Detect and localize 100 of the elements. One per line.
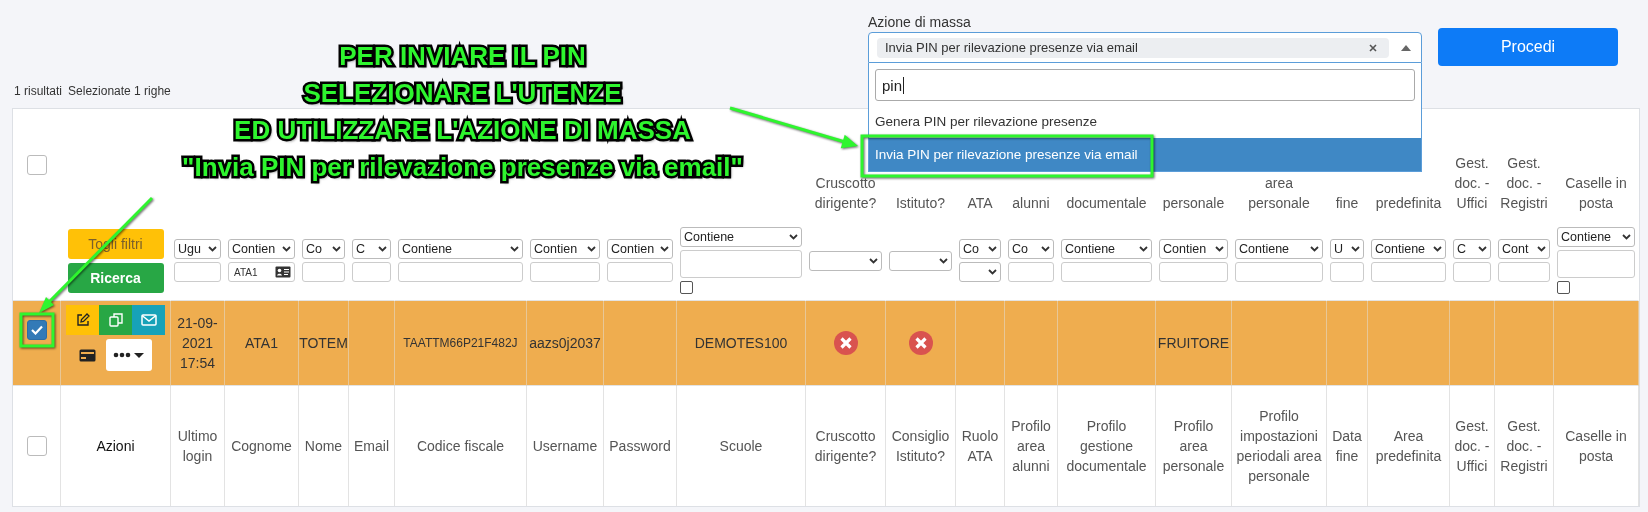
column-header[interactable]: Ruolo ATA [958, 426, 1002, 466]
filter-input[interactable] [1235, 262, 1323, 282]
column-header[interactable]: Area predefinita [1370, 426, 1447, 466]
filter-select[interactable]: Contiene [1557, 227, 1635, 247]
filter-select[interactable]: Contiene [398, 239, 523, 259]
chevron-down-icon [1622, 234, 1631, 240]
filter-input[interactable] [1453, 262, 1491, 282]
filter-select[interactable]: Co [302, 239, 345, 259]
id-card-icon [275, 266, 291, 278]
column-header[interactable]: Cruscotto dirigente? [808, 173, 883, 213]
column-header[interactable]: Profilo gestione documentale [1060, 416, 1153, 476]
column-header[interactable]: Profilo area personale [1158, 416, 1229, 476]
column-header[interactable]: Consiglio Istituto? [888, 426, 953, 466]
search-field[interactable]: pin [875, 69, 1415, 101]
filter-select[interactable]: C [1453, 239, 1491, 259]
proceed-button[interactable]: Procedi [1438, 28, 1618, 66]
column-header[interactable]: Ultimo login [173, 426, 222, 466]
chevron-down-icon [1215, 246, 1224, 252]
dropdown-option[interactable]: Genera PIN per rilevazione presenze [869, 105, 1421, 138]
column-header[interactable]: documentale [1066, 193, 1147, 213]
filter-select[interactable]: Cont [1498, 239, 1550, 259]
filter-input[interactable] [302, 262, 345, 282]
cell-text: ATA1 [245, 334, 278, 353]
filter-input[interactable] [1330, 262, 1364, 282]
cell-text: DEMOTES100 [694, 334, 788, 353]
more-menu-button[interactable] [106, 339, 152, 371]
selected-value-tag[interactable]: Invia PIN per rilevazione presenze via email [877, 37, 1389, 58]
column-header[interactable]: personale [1162, 193, 1225, 213]
column-header[interactable]: area personale [1234, 173, 1324, 213]
filter-select[interactable] [959, 262, 1001, 282]
filter-input[interactable] [352, 262, 391, 282]
column-header[interactable]: Gest. doc. - Registri [1497, 416, 1551, 476]
column-header[interactable]: Cognome [231, 436, 292, 456]
filter-select[interactable]: Co [959, 239, 1001, 259]
chevron-down-icon [1310, 246, 1319, 252]
column-header[interactable]: Scuole [719, 436, 763, 456]
filter-input[interactable] [398, 262, 523, 282]
filter-input[interactable] [1008, 262, 1054, 282]
filter-select[interactable]: Contiene [680, 227, 802, 247]
chevron-down-icon [939, 257, 948, 264]
dots-caret-icon [113, 351, 145, 359]
column-header[interactable]: Gest. doc. - Uffici [1452, 416, 1492, 476]
filter-select[interactable]: Contien [607, 239, 673, 259]
edit-icon [75, 313, 90, 327]
column-header[interactable]: alunni [1012, 193, 1050, 213]
filter-checkbox[interactable] [1557, 281, 1570, 294]
column-header[interactable]: Caselle in posta [1556, 173, 1636, 213]
chevron-down-icon [1351, 246, 1360, 252]
filter-input[interactable] [530, 262, 600, 282]
filter-select[interactable]: Ugu [174, 239, 221, 259]
column-header[interactable]: Email [354, 436, 389, 456]
filter-input[interactable] [1498, 262, 1550, 282]
column-header[interactable]: Profilo area alunni [1007, 416, 1055, 476]
chevron-down-icon [789, 234, 798, 240]
filter-select[interactable]: Contien [530, 239, 600, 259]
filter-input[interactable]: ATA1 [228, 262, 295, 282]
copy-icon [108, 313, 123, 327]
cross-icon [908, 331, 933, 355]
table-row[interactable]: 21-09-2021 17:54 ATA1 TOTEM TAATTM66P21F482J aazs0j2037 DEMOTES100 FRUITORE [13, 301, 1639, 386]
column-header[interactable]: Profilo impostazioni periodali area personale [1234, 406, 1324, 486]
select-all-checkbox[interactable] [26, 436, 47, 456]
column-header[interactable]: ATA [967, 193, 993, 213]
filter-input[interactable] [1371, 262, 1446, 282]
filter-select[interactable]: Contien [1159, 239, 1228, 259]
chevron-down-icon [1433, 246, 1442, 252]
column-header[interactable]: Istituto? [896, 193, 945, 213]
column-header[interactable]: Cruscotto dirigente? [808, 426, 883, 466]
card-icon[interactable] [79, 348, 96, 362]
column-header[interactable]: fine [1335, 193, 1359, 213]
column-header[interactable]: predefinita [1375, 193, 1442, 213]
filter-select[interactable]: Contiene [1371, 239, 1446, 259]
filter-select[interactable]: Contien [228, 239, 295, 259]
filter-checkbox[interactable] [680, 281, 693, 294]
column-header[interactable]: Nome [304, 436, 343, 456]
mass-action-select[interactable]: Invia PIN per rilevazione presenze via email [868, 32, 1422, 63]
clear-icon[interactable] [1369, 43, 1377, 52]
select-all-checkbox[interactable] [26, 155, 47, 175]
dropdown-option[interactable]: Invia PIN per rilevazione presenze via email [869, 138, 1421, 171]
column-header[interactable]: Gest. doc. - Uffici [1452, 153, 1492, 213]
filter-input[interactable] [1159, 262, 1228, 282]
chevron-down-icon [869, 257, 878, 264]
filter-input[interactable] [607, 262, 673, 282]
column-header[interactable]: Data fine [1329, 426, 1365, 466]
filter-input[interactable] [1061, 262, 1152, 282]
filter-select[interactable]: C [352, 239, 391, 259]
filter-select[interactable]: Co [1008, 239, 1054, 259]
annotation-text: ED UTILIZZARE L'AZIONE DI MASSA [234, 114, 691, 147]
filter-select[interactable]: U [1330, 239, 1364, 259]
edit-button[interactable] [66, 305, 99, 335]
column-header[interactable]: Codice fiscale [416, 436, 505, 456]
filter-select[interactable]: Contiene [1235, 239, 1323, 259]
filter-select[interactable]: Contiene [1061, 239, 1152, 259]
chevron-down-icon [660, 246, 669, 252]
column-header[interactable]: Caselle in posta [1556, 426, 1636, 466]
filter-input[interactable] [174, 262, 221, 282]
column-header[interactable]: Password [609, 436, 671, 456]
cell-text: aazs0j2037 [529, 334, 601, 353]
column-header[interactable]: Username [532, 436, 598, 456]
column-header[interactable]: Gest. doc. - Registri [1497, 153, 1551, 213]
row-checkbox[interactable] [26, 320, 47, 340]
